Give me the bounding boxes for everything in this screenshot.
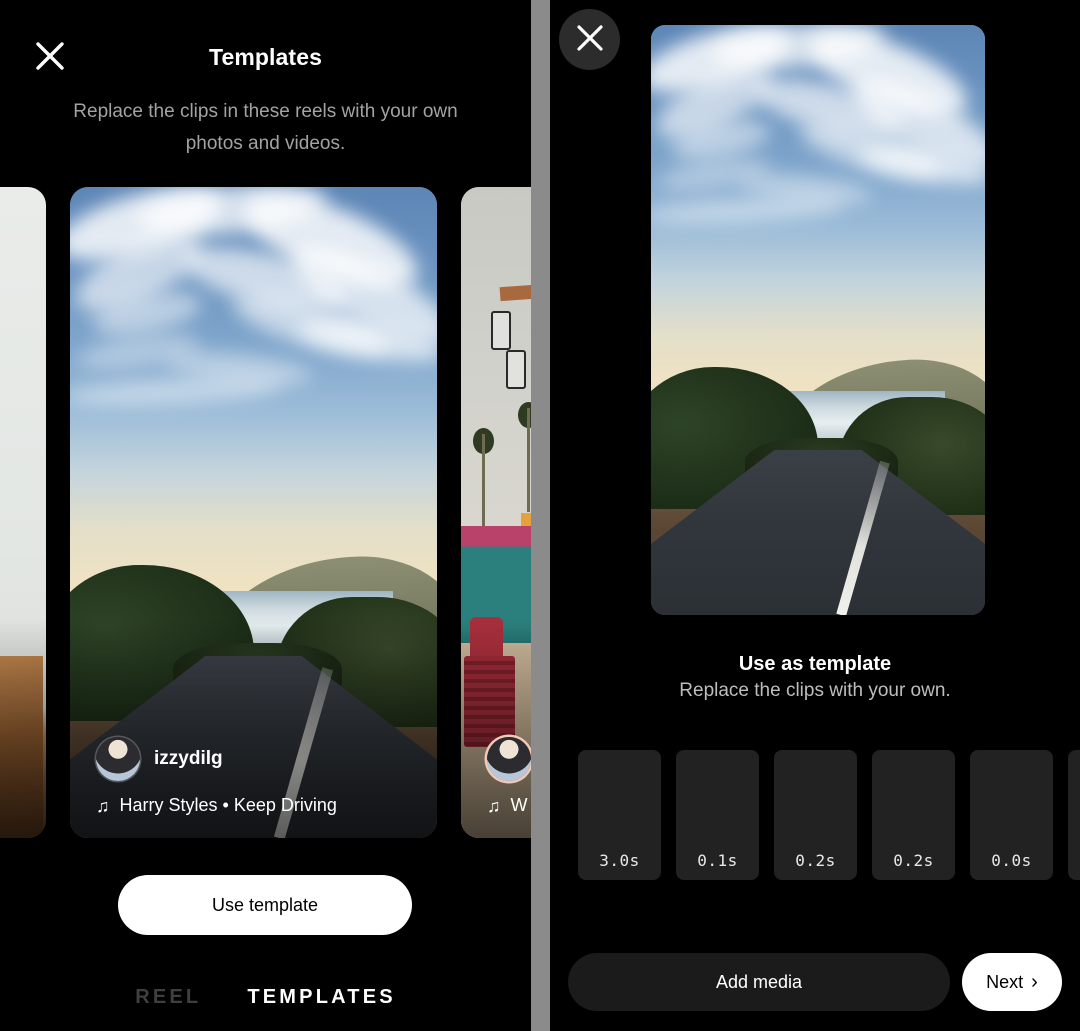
clip-duration-label: 0.2s — [795, 851, 836, 870]
audio-label: W — [510, 795, 528, 815]
template-card-previous[interactable] — [0, 187, 46, 838]
clip-slot[interactable]: 3.0s — [578, 750, 661, 880]
close-x-icon — [574, 22, 606, 57]
panel-divider — [531, 0, 550, 1031]
clip-slots-row[interactable]: 3.0s 0.1s 0.2s 0.2s 0.0s — [578, 750, 1080, 880]
use-template-button[interactable]: Use template — [118, 875, 412, 935]
sky-layer — [70, 187, 437, 604]
clip-duration-label: 0.0s — [991, 851, 1032, 870]
audio-label: Harry Styles • Keep Driving — [119, 795, 337, 815]
templates-carousel[interactable]: izzydilg ♫ Harry Styles • Keep Driving ♫… — [0, 187, 531, 838]
avatar — [487, 737, 531, 781]
clip-duration-label: 0.1s — [697, 851, 738, 870]
screenshot-root: Templates Replace the clips in these ree… — [0, 0, 1080, 1031]
card-metadata: ♫ W — [487, 737, 531, 816]
page-title: Templates — [209, 44, 322, 70]
clip-duration-label: 3.0s — [599, 851, 640, 870]
music-note-icon: ♫ — [487, 795, 501, 816]
page-subtitle: Replace the clips in these reels with yo… — [73, 101, 458, 154]
bottom-tabbar: REEL TEMPLATES — [0, 986, 531, 1009]
template-card-next[interactable]: ♫ W — [461, 187, 531, 838]
clip-slot[interactable]: 0.1s — [676, 750, 759, 880]
card-metadata: izzydilg ♫ Harry Styles • Keep Driving — [96, 737, 423, 816]
action-bar: Add media Next › — [568, 951, 1062, 1013]
audio-row[interactable]: ♫ Harry Styles • Keep Driving — [96, 795, 423, 816]
template-detail-panel: Use as template Replace the clips with y… — [550, 0, 1080, 1031]
music-note-icon: ♫ — [96, 795, 110, 816]
clip-slot[interactable]: 0.2s — [774, 750, 857, 880]
tab-templates[interactable]: TEMPLATES — [247, 986, 395, 1009]
author-row[interactable]: izzydilg — [96, 737, 423, 781]
avatar — [96, 737, 140, 781]
clip-slot[interactable]: 0.2s — [872, 750, 955, 880]
username-label: izzydilg — [154, 748, 223, 769]
detail-title: Use as template — [738, 653, 892, 675]
template-preview-image[interactable] — [651, 25, 985, 615]
clip-slot[interactable] — [1068, 750, 1080, 880]
chevron-right-icon: › — [1031, 971, 1038, 993]
next-button[interactable]: Next › — [962, 953, 1062, 1011]
template-thumbnail-image — [0, 187, 46, 838]
detail-subtitle: Replace the clips with your own. — [679, 680, 951, 701]
template-card-main[interactable]: izzydilg ♫ Harry Styles • Keep Driving — [70, 187, 437, 838]
templates-browser-panel: Templates Replace the clips in these ree… — [0, 0, 531, 1031]
next-button-label: Next — [986, 971, 1024, 992]
tab-reel[interactable]: REEL — [135, 986, 201, 1009]
clip-slot[interactable]: 0.0s — [970, 750, 1053, 880]
author-row[interactable] — [487, 737, 531, 781]
sky-layer — [651, 25, 985, 403]
close-button[interactable] — [559, 9, 620, 70]
add-media-button[interactable]: Add media — [568, 953, 950, 1011]
clip-duration-label: 0.2s — [893, 851, 934, 870]
audio-row[interactable]: ♫ W — [487, 795, 531, 816]
